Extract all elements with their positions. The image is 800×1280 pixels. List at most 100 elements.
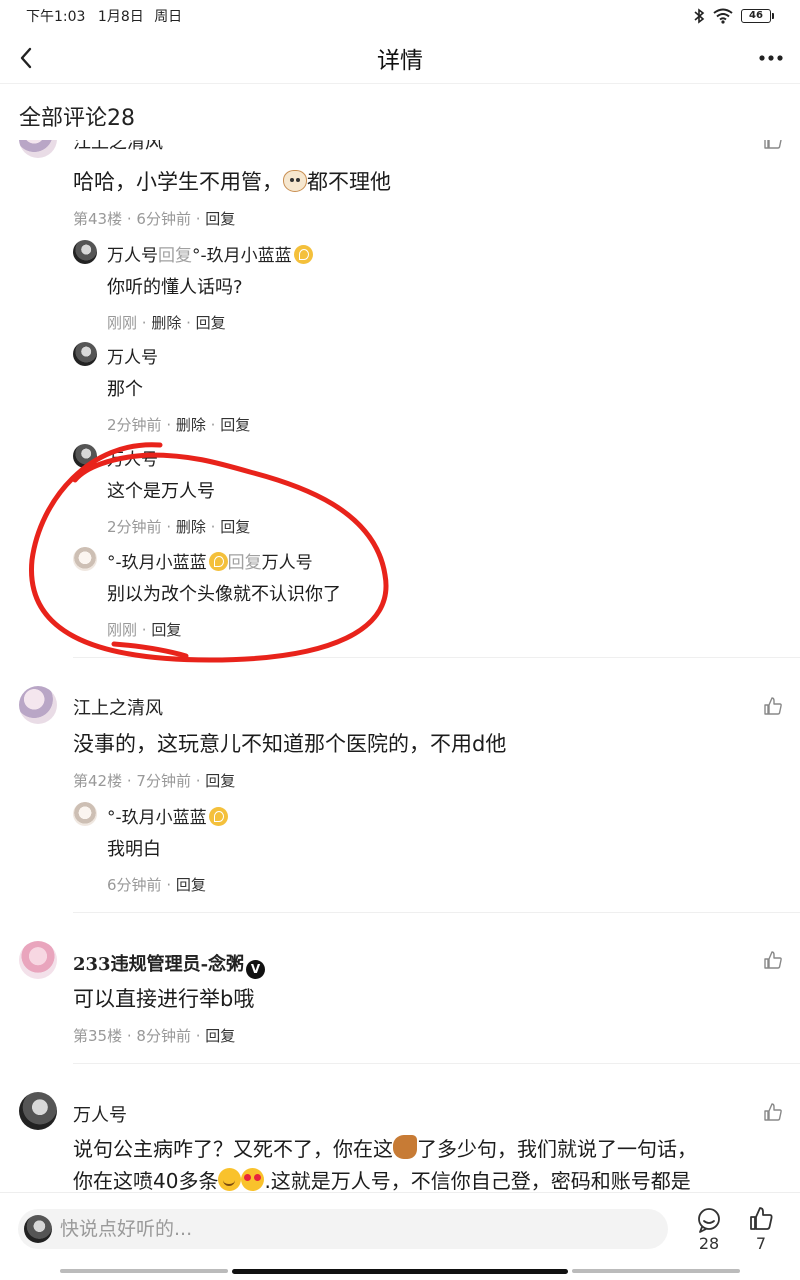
reply-button[interactable]: 回复 [176, 876, 206, 894]
reply-target[interactable]: 万人号 [262, 553, 313, 573]
floor-number: 第35楼 [73, 1027, 123, 1045]
avatar[interactable] [19, 1092, 57, 1130]
verified-badge-icon: V [246, 960, 266, 979]
reply-time: 6分钟前 [107, 876, 162, 894]
comment-author[interactable]: 江上之清风 [73, 140, 163, 154]
reply-author[interactable]: °-玖月小蓝蓝 [107, 808, 207, 828]
reply-button[interactable]: 回复 [220, 416, 250, 434]
comment-text-part: 说句公主病咋了？又死不了，你在这 [73, 1137, 393, 1161]
reply-meta: 6分钟前 · 回复 [107, 876, 206, 894]
status-weekday: 周日 [154, 9, 183, 25]
reply-button[interactable]: 回复 [205, 1027, 235, 1045]
avatar[interactable] [19, 140, 57, 158]
status-right: 46 [693, 8, 774, 24]
reply-time: 刚刚 [107, 621, 138, 639]
nav-bar: 详情 [0, 32, 800, 84]
avatar[interactable] [73, 547, 97, 571]
battery-level: 46 [741, 9, 771, 23]
avatar[interactable] [19, 686, 57, 724]
partial-comment-header: 江上之清风 [0, 140, 800, 158]
comment-text: 你在这喷40多条 .这就是万人号，不信你自己登，密码和账号都是 [73, 1165, 691, 1194]
bottom-bar: 28 7 [0, 1192, 800, 1280]
nav-gesture-left [60, 1269, 228, 1273]
avatar[interactable] [73, 240, 97, 264]
status-left: 下午1:03 1月8日 周日 [26, 6, 182, 26]
avatar[interactable] [73, 444, 97, 468]
battery-tip [772, 13, 774, 19]
delete-button[interactable]: 删除 [176, 518, 206, 536]
reply-time: 刚刚 [107, 314, 138, 332]
reply-button[interactable]: 回复 [196, 314, 226, 332]
avatar [24, 1215, 52, 1243]
leo-zodiac-icon [208, 552, 228, 571]
like-icon[interactable] [763, 140, 783, 150]
reply-button[interactable]: 回复 [220, 518, 250, 536]
status-time: 下午1:03 [26, 9, 86, 25]
reply-time: 2分钟前 [107, 518, 162, 536]
reply-author-line: °-玖月小蓝蓝 [107, 803, 228, 828]
reply-author[interactable]: 万人号 [107, 343, 158, 368]
comment-bubble-icon[interactable] [696, 1207, 722, 1233]
divider [73, 912, 800, 913]
reply-text: 那个 [107, 379, 143, 400]
comment-input-container[interactable] [18, 1209, 668, 1249]
delete-button[interactable]: 删除 [151, 314, 181, 332]
reply-word: 回复 [227, 553, 262, 573]
dog-emoji-icon [283, 170, 307, 192]
divider [73, 657, 800, 658]
comment-text: 哈哈，小学生不用管， 都不理他 [73, 166, 391, 196]
comment-text-part: 哈哈，小学生不用管， [73, 170, 283, 194]
floor-number: 第42楼 [73, 772, 123, 790]
comment-meta: 第43楼 · 6分钟前 · 回复 [73, 210, 236, 228]
comment-text: 说句公主病咋了？又死不了，你在这 了多少句，我们就说了一句话， [73, 1133, 697, 1162]
leo-zodiac-icon [293, 245, 313, 264]
comment-author[interactable]: 233违规管理员-念粥 [73, 954, 244, 975]
reply-text: 别以为改个头像就不认识你了 [107, 584, 341, 605]
comment-time: 7分钟前 [136, 772, 191, 790]
wifi-icon [713, 8, 733, 24]
reply-button[interactable]: 回复 [151, 621, 181, 639]
divider [73, 1063, 800, 1064]
reply-time: 2分钟前 [107, 416, 162, 434]
reply-text: 你听的懂人话吗? [107, 277, 243, 298]
avatar[interactable] [73, 342, 97, 366]
more-icon[interactable] [758, 44, 784, 72]
comment-count: 28 [698, 1234, 720, 1253]
reply-author[interactable]: °-玖月小蓝蓝 [107, 553, 207, 573]
like-icon[interactable] [763, 1102, 783, 1122]
avatar[interactable] [19, 941, 57, 979]
back-icon[interactable] [14, 44, 42, 72]
home-indicator[interactable] [232, 1269, 568, 1274]
like-icon[interactable] [748, 1205, 774, 1231]
reply-author-line: 万人号回复°-玖月小蓝蓝 [107, 241, 313, 266]
comment-input[interactable] [60, 1209, 650, 1249]
reply-author[interactable]: 万人号 [107, 445, 158, 470]
reply-word: 回复 [158, 246, 192, 266]
reply-text: 我明白 [107, 839, 161, 860]
delete-button[interactable]: 删除 [176, 416, 206, 434]
smile-emoji-icon [218, 1168, 242, 1191]
comment-meta: 第42楼 · 7分钟前 · 回复 [73, 772, 236, 790]
reply-meta: 2分钟前 · 删除 · 回复 [107, 518, 251, 536]
comment-author[interactable]: 万人号 [73, 1101, 127, 1127]
comment-time: 6分钟前 [136, 210, 191, 228]
reply-author[interactable]: 万人号 [107, 246, 158, 266]
reply-target[interactable]: °-玖月小蓝蓝 [192, 246, 292, 266]
comment-text: 可以直接进行举b哦 [73, 987, 255, 1011]
comment-author-line: 233违规管理员-念粥 V [73, 950, 266, 979]
battery-indicator: 46 [741, 9, 774, 23]
comment-text-part: .这就是万人号，不信你自己登，密码和账号都是 [264, 1169, 691, 1193]
status-bar: 下午1:03 1月8日 周日 46 [0, 0, 800, 32]
leo-zodiac-icon [208, 807, 228, 826]
comment-text: 没事的，这玩意儿不知道那个医院的，不用d他 [73, 732, 507, 756]
horse-emoji-icon [393, 1135, 417, 1159]
reply-button[interactable]: 回复 [205, 210, 235, 228]
avatar[interactable] [73, 802, 97, 826]
like-icon[interactable] [763, 950, 783, 970]
page-title: 详情 [377, 47, 423, 74]
like-icon[interactable] [763, 696, 783, 716]
comment-text-part: 了多少句，我们就说了一句话， [417, 1137, 697, 1161]
comment-author[interactable]: 江上之清风 [73, 694, 163, 720]
reply-button[interactable]: 回复 [205, 772, 235, 790]
comments-section-title: 全部评论28 [19, 106, 135, 131]
